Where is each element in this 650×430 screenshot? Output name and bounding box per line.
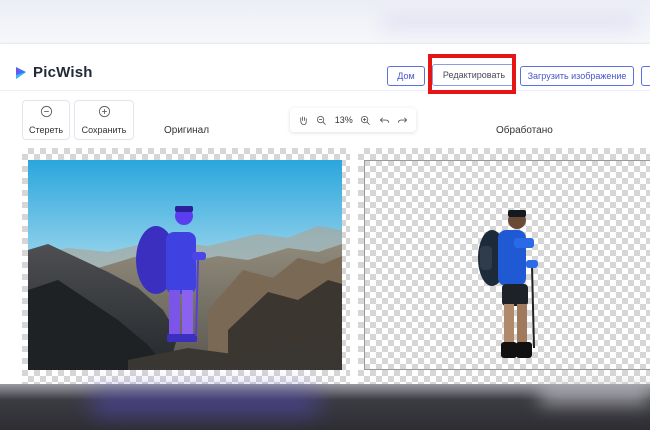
- redo-icon[interactable]: [397, 115, 408, 126]
- upload-image-button[interactable]: Загрузить изображение: [520, 66, 634, 86]
- plus-circle-icon: [98, 105, 110, 118]
- erase-label: Стереть: [28, 125, 64, 135]
- highlight-box: [428, 54, 516, 94]
- logo[interactable]: PicWish: [14, 64, 93, 81]
- mountain-photo: [28, 160, 342, 370]
- hand-icon[interactable]: [298, 115, 309, 126]
- more-button[interactable]: [641, 66, 650, 86]
- zoom-in-icon[interactable]: [360, 115, 371, 126]
- original-title: Оригинал: [164, 125, 210, 136]
- home-button[interactable]: Дом: [387, 66, 425, 86]
- minus-circle-icon: [40, 105, 52, 118]
- processed-title: Обработано: [496, 125, 553, 136]
- zoom-level: 13%: [334, 115, 353, 125]
- original-photo: [28, 160, 342, 370]
- logo-text: PicWish: [33, 64, 93, 81]
- cutout-hiker: [478, 210, 538, 358]
- undo-icon[interactable]: [379, 115, 390, 126]
- background-bottom: [0, 384, 650, 430]
- zoom-out-icon[interactable]: [316, 115, 327, 126]
- save-button[interactable]: Сохранить: [74, 100, 134, 140]
- erase-button[interactable]: Стереть: [22, 100, 70, 140]
- save-label: Сохранить: [81, 125, 127, 135]
- picwish-logo-icon: [16, 66, 26, 79]
- zoom-toolbar: 13%: [290, 108, 416, 132]
